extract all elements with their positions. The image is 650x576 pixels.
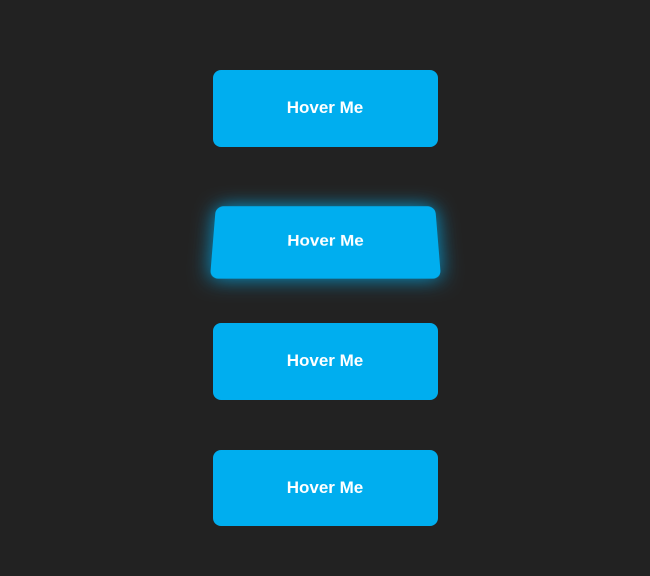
hover-button-2[interactable]: Hover Me: [209, 206, 440, 278]
hover-button-1[interactable]: Hover Me: [213, 70, 438, 147]
button-label: Hover Me: [286, 231, 363, 250]
hover-button-3[interactable]: Hover Me: [213, 323, 438, 400]
button-label: Hover Me: [287, 98, 364, 118]
button-label: Hover Me: [287, 351, 364, 371]
button-label: Hover Me: [287, 478, 364, 498]
hover-button-4[interactable]: Hover Me: [213, 450, 438, 527]
